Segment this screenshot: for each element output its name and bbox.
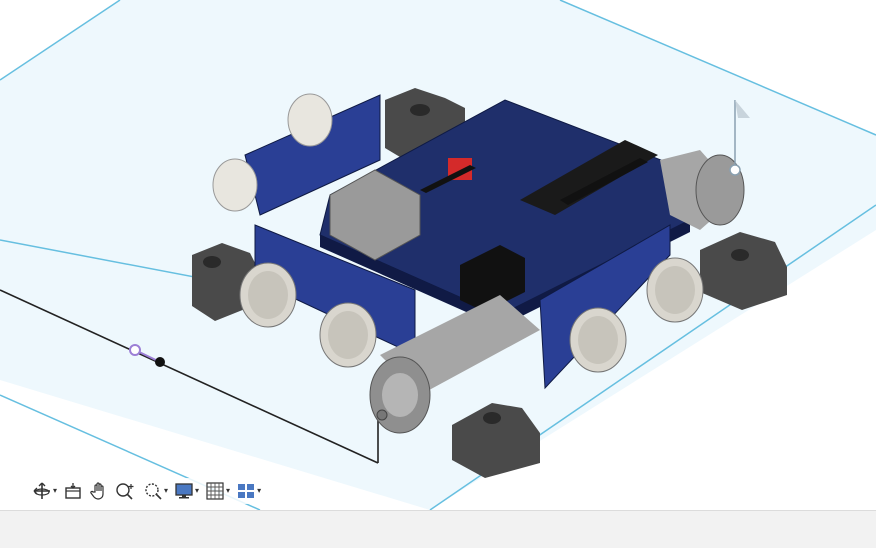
- viewports-icon: [238, 484, 255, 498]
- sketch-point[interactable]: [155, 357, 165, 367]
- chevron-down-icon: ▾: [226, 486, 231, 495]
- chevron-down-icon: ▾: [257, 486, 262, 495]
- axis-marker-point[interactable]: [729, 164, 741, 176]
- pan-tool[interactable]: [87, 479, 111, 503]
- display-settings-icon: [175, 483, 193, 499]
- orbit-icon: [33, 482, 50, 499]
- sketch-point[interactable]: [129, 344, 141, 356]
- 3d-viewport[interactable]: ▾ ▾ ▾ ▾ ▾: [0, 0, 876, 510]
- fit-window-tool[interactable]: ▾: [141, 479, 170, 503]
- navigation-toolbar: ▾ ▾ ▾ ▾ ▾: [28, 478, 266, 504]
- look-at-tool[interactable]: [61, 479, 85, 503]
- status-bar: [0, 510, 876, 548]
- viewports-tool[interactable]: ▾: [234, 479, 263, 503]
- chevron-down-icon: ▾: [195, 486, 200, 495]
- grid-snaps-tool[interactable]: ▾: [203, 479, 232, 503]
- zoom-icon: [116, 483, 134, 500]
- chevron-down-icon: ▾: [53, 486, 58, 495]
- chevron-down-icon: ▾: [164, 486, 169, 495]
- orbit-tool[interactable]: ▾: [30, 479, 59, 503]
- display-settings-tool[interactable]: ▾: [172, 479, 201, 503]
- grid-snaps-icon: [206, 482, 224, 500]
- fit-window-icon: [145, 483, 162, 500]
- pan-hand-icon: [90, 482, 104, 500]
- 3d-scene[interactable]: [0, 0, 876, 510]
- zoom-tool[interactable]: [113, 479, 139, 503]
- look-at-icon: [65, 483, 81, 499]
